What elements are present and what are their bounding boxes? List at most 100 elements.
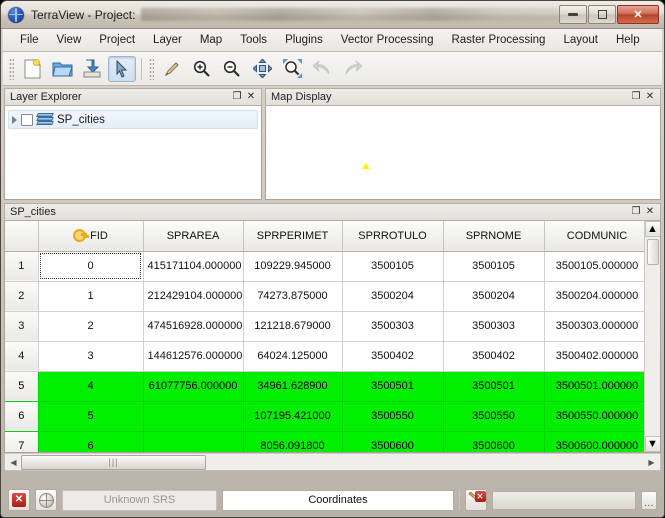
menu-vector-processing[interactable]: Vector Processing (332, 31, 443, 49)
cell-sprarea[interactable]: 144612576.000000 (143, 341, 244, 372)
menu-layout[interactable]: Layout (554, 31, 607, 49)
cell-sprrotulo[interactable]: 3500105 (342, 251, 444, 282)
cell-codmunic[interactable]: 3500501.000000 (544, 371, 651, 402)
open-project-icon[interactable] (48, 56, 76, 82)
cell-fid[interactable]: 1 (38, 281, 144, 312)
cell-codmunic[interactable]: 3500550.000000 (544, 401, 651, 432)
cell-sprnome[interactable]: 3500105 (443, 251, 545, 282)
cell-sprrotulo[interactable]: 3500402 (342, 341, 444, 372)
column-header-sprperimet[interactable]: SPRPERIMET (243, 221, 343, 252)
scroll-down-icon[interactable]: ▼ (644, 436, 660, 452)
row-number[interactable]: 6 (5, 401, 39, 432)
menu-plugins[interactable]: Plugins (276, 31, 332, 49)
scroll-left-icon[interactable]: ◀ (6, 455, 21, 470)
row-number[interactable]: 2 (5, 281, 39, 312)
cell-sprarea[interactable]: 474516928.000000 (143, 311, 244, 342)
cell-sprperimet[interactable]: 64024.125000 (243, 341, 343, 372)
close-button[interactable]: ✕ (617, 5, 659, 24)
cell-sprperimet[interactable]: 74273.875000 (243, 281, 343, 312)
pan-icon[interactable] (248, 56, 276, 82)
srs-status-field[interactable]: Unknown SRS (62, 489, 217, 511)
pointer-select-icon[interactable] (108, 55, 136, 82)
zoom-out-icon[interactable] (218, 56, 246, 82)
stop-drawing-button[interactable]: ✕ (8, 489, 30, 511)
coordinates-field[interactable]: Coordinates (222, 489, 454, 511)
cell-sprarea[interactable]: 61077756.000000 (143, 371, 244, 402)
cell-codmunic[interactable]: 3500600.000000 (544, 431, 651, 452)
srs-globe-button[interactable] (35, 489, 57, 511)
layer-visibility-checkbox[interactable] (21, 113, 33, 126)
cell-fid[interactable]: 2 (38, 311, 144, 342)
cell-fid[interactable]: 3 (38, 341, 144, 372)
column-header-codmunic[interactable]: CODMUNIC (544, 221, 651, 252)
cell-sprnome[interactable]: 3500303 (443, 311, 545, 342)
cell-sprarea[interactable]: 415171104.000000 (143, 251, 244, 282)
table-row[interactable]: 2 1 212429104.000000 74273.875000 350020… (5, 281, 651, 312)
cell-sprarea[interactable]: 212429104.000000 (143, 281, 244, 312)
minimize-button[interactable] (559, 5, 587, 24)
toolbar-grip[interactable] (9, 57, 14, 80)
horizontal-scroll-thumb[interactable]: ||| (21, 454, 206, 470)
draw-disabled-button[interactable]: ✕ (465, 489, 487, 511)
menu-raster-processing[interactable]: Raster Processing (442, 31, 554, 49)
cell-codmunic[interactable]: 3500105.000000 (544, 251, 651, 282)
cell-sprperimet[interactable]: 121218.679000 (243, 311, 343, 342)
cell-fid[interactable]: 5 (38, 401, 144, 432)
table-row[interactable]: 7 6 8056.091800 3500600 3500600 3500600.… (5, 431, 651, 452)
vertical-scroll-thumb[interactable] (646, 239, 659, 265)
map-display-body[interactable] (265, 106, 661, 200)
status-overflow-button[interactable]: … (641, 490, 657, 510)
table-row[interactable]: 1 0 415171104.000000 109229.945000 35001… (5, 251, 651, 282)
close-icon[interactable]: ✕ (643, 205, 657, 219)
column-header-fid[interactable]: FID (38, 221, 144, 252)
cell-fid[interactable]: 6 (38, 431, 144, 452)
zoom-extent-icon[interactable] (278, 56, 306, 82)
close-icon[interactable]: ✕ (643, 90, 657, 104)
cell-fid[interactable]: 4 (38, 371, 144, 402)
table-row[interactable]: 4 3 144612576.000000 64024.125000 350040… (5, 341, 651, 372)
cell-sprperimet[interactable]: 34961.628900 (243, 371, 343, 402)
new-project-icon[interactable] (18, 56, 46, 82)
cell-sprnome[interactable]: 3500402 (443, 341, 545, 372)
row-number[interactable]: 3 (5, 311, 39, 342)
menu-file[interactable]: File (11, 31, 48, 49)
float-icon[interactable]: ❐ (629, 205, 643, 219)
toolbar-grip-2[interactable] (149, 57, 154, 80)
table-row[interactable]: 6 5 107195.421000 3500550 3500550 350055… (5, 401, 651, 432)
column-header-sprnome[interactable]: SPRNOME (443, 221, 545, 252)
save-project-icon[interactable] (78, 56, 106, 82)
column-header-sprarea[interactable]: SPRAREA (143, 221, 244, 252)
zoom-in-icon[interactable] (188, 56, 216, 82)
scroll-right-icon[interactable]: ▶ (644, 455, 659, 470)
cell-fid[interactable]: 0 (38, 251, 144, 282)
column-header-sprrotulo[interactable]: SPRROTULO (342, 221, 444, 252)
cell-sprrotulo[interactable]: 3500550 (342, 401, 444, 432)
row-number[interactable]: 5 (5, 371, 39, 402)
menu-view[interactable]: View (48, 31, 91, 49)
cell-sprnome[interactable]: 3500550 (443, 401, 545, 432)
cell-sprrotulo[interactable]: 3500204 (342, 281, 444, 312)
cell-codmunic[interactable]: 3500303.000000 (544, 311, 651, 342)
float-icon[interactable]: ❐ (230, 90, 244, 104)
cell-codmunic[interactable]: 3500402.000000 (544, 341, 651, 372)
maximize-button[interactable] (588, 5, 616, 24)
cell-sprnome[interactable]: 3500204 (443, 281, 545, 312)
table-row[interactable]: 5 4 61077756.000000 34961.628900 3500501… (5, 371, 651, 402)
menu-project[interactable]: Project (90, 31, 144, 49)
cell-sprarea[interactable] (143, 401, 244, 432)
float-icon[interactable]: ❐ (629, 90, 643, 104)
cell-sprrotulo[interactable]: 3500501 (342, 371, 444, 402)
cell-sprarea[interactable] (143, 431, 244, 452)
cell-sprrotulo[interactable]: 3500600 (342, 431, 444, 452)
chevron-right-icon[interactable] (12, 115, 17, 124)
cell-sprperimet[interactable]: 8056.091800 (243, 431, 343, 452)
map-canvas[interactable] (266, 106, 660, 199)
cell-sprrotulo[interactable]: 3500303 (342, 311, 444, 342)
cell-sprnome[interactable]: 3500600 (443, 431, 545, 452)
row-number[interactable]: 7 (5, 431, 39, 452)
menu-help[interactable]: Help (607, 31, 649, 49)
row-number[interactable]: 4 (5, 341, 39, 372)
table-vertical-scrollbar[interactable]: ▲ ▼ (644, 221, 660, 452)
row-number[interactable]: 1 (5, 251, 39, 282)
pencil-draw-icon[interactable] (158, 56, 186, 82)
